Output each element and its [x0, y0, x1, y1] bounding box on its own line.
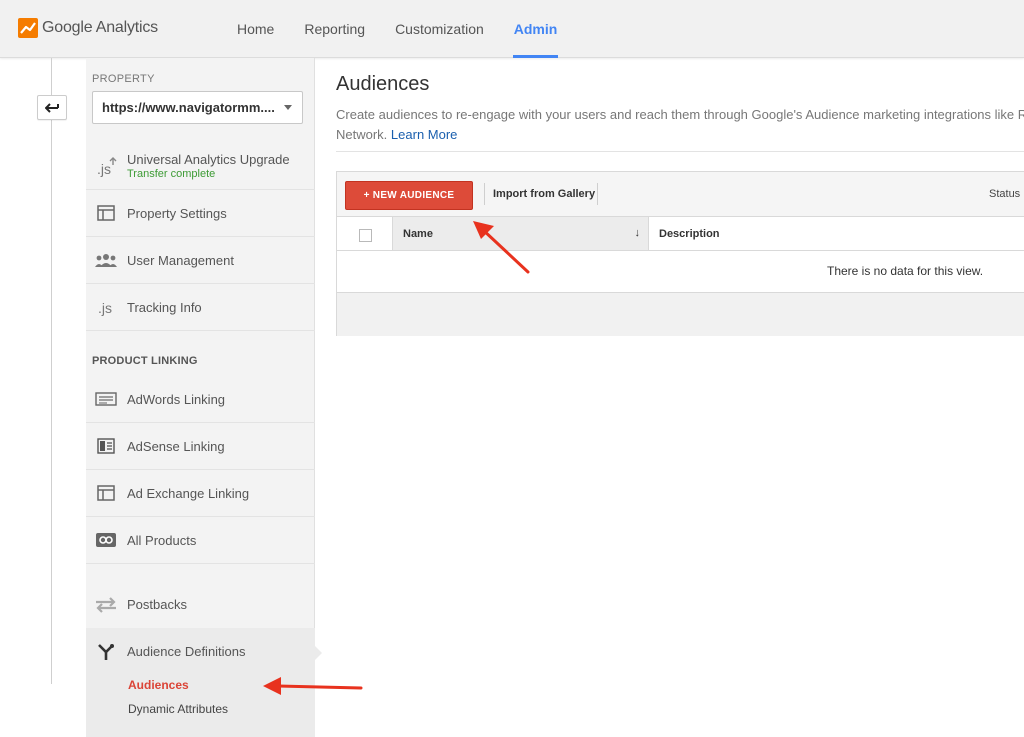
product-linking-heading: PRODUCT LINKING	[92, 355, 198, 367]
app-logo[interactable]: Google Analytics	[18, 17, 158, 39]
rail-line	[51, 58, 52, 684]
sort-down-icon: ↓	[634, 227, 641, 239]
table-header: Name ↓ Description	[337, 217, 1024, 251]
js-icon: .js	[86, 297, 126, 317]
sidebar-item-tracking-info[interactable]: .js Tracking Info	[86, 284, 315, 331]
sidebar-item-label: Universal Analytics Upgrade Transfer com…	[127, 152, 290, 180]
link-icon	[86, 533, 126, 547]
svg-text:.js: .js	[97, 161, 111, 177]
ad-exchange-icon	[86, 485, 126, 501]
property-select-value: https://www.navigatormm....	[102, 100, 275, 115]
learn-more-link[interactable]: Learn More	[391, 127, 457, 142]
sidebar-item-audience-definitions[interactable]: Audience Definitions	[86, 628, 315, 675]
toolbar-divider	[484, 183, 485, 205]
description-line-2: Network. Learn More	[336, 125, 1024, 145]
page-title: Audiences	[336, 73, 430, 95]
sidebar-item-adwords-linking[interactable]: AdWords Linking	[86, 376, 315, 423]
sidebar-item-ua-upgrade[interactable]: .js Universal Analytics Upgrade Transfer…	[86, 143, 315, 190]
new-audience-button[interactable]: + NEW AUDIENCE	[345, 181, 473, 210]
sidebar-item-label: Postbacks	[127, 597, 187, 612]
sidebar-subitem-dynamic-attributes[interactable]: Dynamic Attributes	[128, 702, 228, 716]
sidebar-item-label: AdWords Linking	[127, 391, 226, 407]
column-header-name[interactable]: Name ↓	[392, 217, 649, 250]
table-toolbar: + NEW AUDIENCE Import from Gallery Statu…	[337, 172, 1024, 217]
nav-reporting[interactable]: Reporting	[289, 0, 380, 58]
chevron-down-icon	[284, 105, 292, 110]
toolbar-divider	[597, 183, 598, 205]
table-footer	[337, 293, 1024, 336]
sidebar-item-user-management[interactable]: User Management	[86, 237, 315, 284]
ua-upgrade-label: Universal Analytics Upgrade	[127, 152, 290, 167]
sidebar-item-ad-exchange-linking[interactable]: Ad Exchange Linking	[86, 470, 315, 517]
empty-message: There is no data for this view.	[827, 264, 984, 278]
sidebar-item-postbacks[interactable]: Postbacks	[86, 581, 315, 628]
audience-definitions-group: Audience Definitions Audiences Dynamic A…	[86, 628, 322, 737]
postbacks-icon	[86, 595, 126, 615]
sidebar-item-label: Audience Definitions	[127, 644, 246, 659]
ua-upgrade-status: Transfer complete	[127, 168, 216, 180]
property-select[interactable]: https://www.navigatormm....	[92, 91, 303, 124]
nav-home[interactable]: Home	[222, 0, 289, 58]
sidebar-item-label: Tracking Info	[127, 299, 202, 315]
selection-pointer	[315, 646, 322, 660]
sidebar-item-adsense-linking[interactable]: AdSense Linking	[86, 423, 315, 470]
window-icon	[86, 205, 126, 221]
property-label: PROPERTY	[92, 73, 155, 85]
empty-row: There is no data for this view.	[337, 251, 1024, 293]
sidebar-item-property-settings[interactable]: Property Settings	[86, 190, 315, 237]
description-line-1: Create audiences to re-engage with your …	[336, 107, 1024, 122]
nav-admin[interactable]: Admin	[499, 0, 573, 58]
top-bar: Google Analytics Home Reporting Customiz…	[0, 0, 1024, 58]
audiences-panel: + NEW AUDIENCE Import from Gallery Statu…	[336, 171, 1024, 336]
sidebar-item-label: AdSense Linking	[127, 438, 225, 454]
column-header-name-label: Name	[403, 227, 433, 240]
app-logo-text: Google Analytics	[42, 19, 158, 36]
js-upgrade-icon: .js	[86, 154, 126, 178]
sidebar-item-label: All Products	[127, 532, 197, 548]
sidebar-item-all-products[interactable]: All Products	[86, 517, 315, 564]
nav-customization[interactable]: Customization	[380, 0, 499, 58]
sidebar-item-label: Ad Exchange Linking	[127, 485, 250, 501]
admin-sidebar: PROPERTY https://www.navigatormm.... .js…	[86, 58, 322, 737]
svg-text:.js: .js	[98, 300, 112, 316]
divider	[336, 151, 1024, 152]
page-description: Create audiences to re-engage with your …	[336, 105, 1024, 145]
import-from-gallery-button[interactable]: Import from Gallery	[493, 188, 595, 200]
column-header-description[interactable]: Description	[659, 228, 720, 240]
sidebar-subitem-audiences[interactable]: Audiences	[128, 678, 189, 692]
main-nav: Home Reporting Customization Admin	[222, 0, 572, 58]
analytics-logo-icon	[18, 18, 38, 38]
fork-icon	[86, 643, 126, 661]
description-line-2-text: Network.	[336, 127, 388, 142]
back-button[interactable]	[37, 95, 67, 120]
adwords-icon	[86, 392, 126, 406]
select-all-checkbox[interactable]	[359, 229, 372, 242]
adsense-icon	[86, 438, 126, 454]
status-filter-label[interactable]: Status	[989, 188, 1020, 200]
sidebar-item-label: User Management	[127, 252, 234, 268]
users-icon	[86, 253, 126, 267]
sidebar-item-label: Property Settings	[127, 205, 227, 221]
back-arrow-icon	[45, 102, 59, 113]
